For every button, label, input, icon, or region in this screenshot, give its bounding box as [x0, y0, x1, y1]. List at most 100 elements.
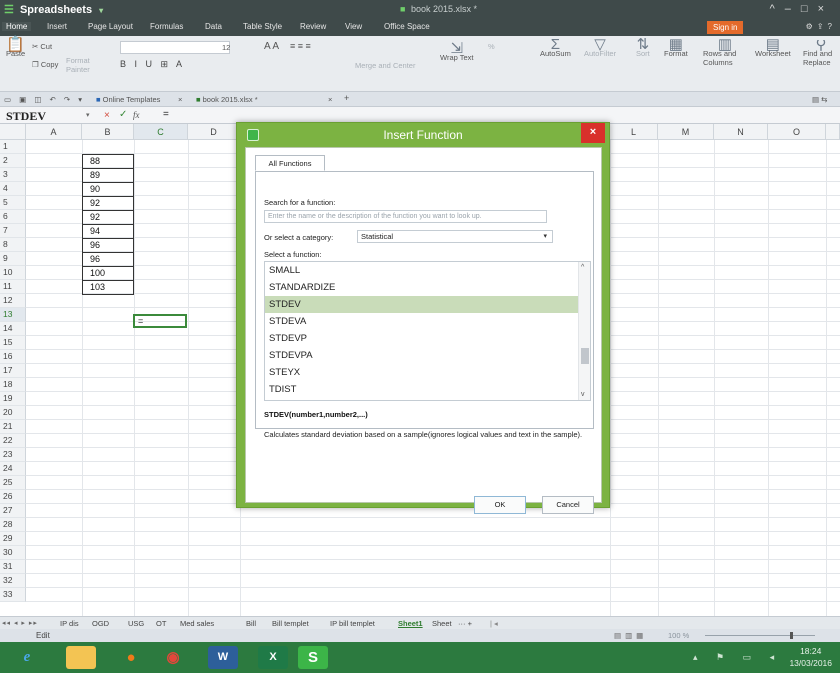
- row-header[interactable]: 17: [0, 364, 26, 378]
- function-list-item[interactable]: STDEV: [265, 296, 586, 313]
- tab-page-layout[interactable]: Page Layout: [88, 22, 133, 31]
- row-header[interactable]: 26: [0, 490, 26, 504]
- scrollbar-thumb[interactable]: [581, 348, 589, 364]
- sheet-tab-ip-bill-templet[interactable]: IP bill templet: [330, 619, 375, 628]
- row-header[interactable]: 15: [0, 336, 26, 350]
- file-explorer-icon[interactable]: [66, 646, 96, 669]
- column-header-o[interactable]: O: [768, 124, 826, 140]
- sheet-tab-med-sales[interactable]: Med sales: [180, 619, 214, 628]
- cell-b-value[interactable]: 88: [82, 154, 134, 169]
- tab-view[interactable]: View: [345, 22, 362, 31]
- tab-home[interactable]: Home: [2, 22, 32, 31]
- autosum-button[interactable]: Σ AutoSum: [540, 37, 571, 58]
- zoom-slider-handle[interactable]: [790, 632, 793, 639]
- tab-review[interactable]: Review: [300, 22, 326, 31]
- function-list-item[interactable]: STDEVP: [265, 330, 586, 347]
- merge-center-button[interactable]: Merge and Center: [355, 61, 415, 70]
- font-style-buttons[interactable]: B I U ⊞ A: [120, 60, 185, 69]
- row-header[interactable]: 32: [0, 574, 26, 588]
- function-list-scrollbar[interactable]: ^ v: [578, 262, 590, 400]
- column-header-b[interactable]: B: [82, 124, 134, 140]
- spreadsheets-taskbar-icon[interactable]: S: [298, 646, 328, 669]
- cancel-icon[interactable]: ×: [104, 110, 110, 121]
- quick-access-icons[interactable]: ▭ ▣ ◫ ↶ ↷ ▾: [4, 95, 85, 104]
- tab-all-functions[interactable]: All Functions: [255, 155, 325, 171]
- copy-button[interactable]: ❐ Copy: [32, 60, 58, 69]
- view-mode-icons[interactable]: ▤▥▦: [614, 631, 647, 640]
- tab-online-templates[interactable]: ■ Online Templates: [96, 95, 160, 104]
- category-select[interactable]: Statistical ▾: [357, 230, 553, 243]
- app-menu-button[interactable]: ☰ Spreadsheets ▾: [4, 3, 103, 16]
- row-header[interactable]: 30: [0, 546, 26, 560]
- row-header[interactable]: 28: [0, 518, 26, 532]
- horizontal-scrollbar[interactable]: | ◂: [490, 619, 498, 628]
- sheet-tab-sheet[interactable]: Sheet: [432, 619, 452, 628]
- function-list-item[interactable]: STEYX: [265, 364, 586, 381]
- chevron-down-icon[interactable]: v: [581, 391, 585, 398]
- name-box[interactable]: STDEV: [6, 109, 46, 124]
- function-list-item[interactable]: TDIST: [265, 381, 586, 398]
- sort-button[interactable]: ⇅ Sort: [636, 37, 650, 58]
- function-list-item[interactable]: STANDARDIZE: [265, 279, 586, 296]
- sheet-tab-ogd[interactable]: OGD: [92, 619, 109, 628]
- row-header[interactable]: 1: [0, 140, 26, 154]
- row-header[interactable]: 12: [0, 294, 26, 308]
- sheet-tab-sheet1[interactable]: Sheet1: [398, 619, 423, 628]
- cell-b-value[interactable]: 96: [82, 252, 134, 267]
- column-header-c[interactable]: C: [134, 124, 188, 140]
- chevron-down-icon[interactable]: ▾: [86, 111, 90, 119]
- font-grow-shrink-buttons[interactable]: A A: [264, 42, 279, 52]
- row-header[interactable]: 8: [0, 238, 26, 252]
- tab-formulas[interactable]: Formulas: [150, 22, 183, 31]
- chevron-up-icon[interactable]: ^: [581, 264, 584, 271]
- cell-b-value[interactable]: 92: [82, 196, 134, 211]
- close-tab-icon[interactable]: ×: [178, 95, 182, 104]
- row-header[interactable]: 29: [0, 532, 26, 546]
- row-header[interactable]: 13: [0, 308, 26, 322]
- sheet-tab-usg[interactable]: USG: [128, 619, 144, 628]
- tab-office-space[interactable]: Office Space: [384, 22, 430, 31]
- row-header[interactable]: 33: [0, 588, 26, 602]
- close-icon[interactable]: ×: [818, 3, 834, 15]
- select-all-corner[interactable]: [0, 124, 26, 140]
- row-header[interactable]: 14: [0, 322, 26, 336]
- font-name-select[interactable]: [120, 41, 230, 54]
- maximize-icon[interactable]: □: [801, 3, 818, 15]
- row-header[interactable]: 20: [0, 406, 26, 420]
- font-size-select[interactable]: 12: [222, 43, 230, 52]
- firefox-icon[interactable]: ●: [116, 646, 146, 669]
- tab-data[interactable]: Data: [205, 22, 222, 31]
- cell-b-value[interactable]: 90: [82, 182, 134, 197]
- cell-b-value[interactable]: 103: [82, 280, 134, 295]
- row-header[interactable]: 16: [0, 350, 26, 364]
- sheet-tab-ot[interactable]: OT: [156, 619, 166, 628]
- cancel-button[interactable]: Cancel: [542, 496, 594, 514]
- row-header[interactable]: 22: [0, 434, 26, 448]
- tab-book-2015[interactable]: ■ book 2015.xlsx *: [196, 95, 258, 104]
- row-header[interactable]: 19: [0, 392, 26, 406]
- cell-b-value[interactable]: 94: [82, 224, 134, 239]
- paste-button[interactable]: 📋 Paste: [6, 37, 25, 58]
- column-header-l[interactable]: L: [610, 124, 658, 140]
- align-buttons[interactable]: ≡ ≡ ≡: [290, 42, 311, 51]
- chevron-up-icon[interactable]: ^: [770, 3, 785, 15]
- close-icon[interactable]: ×: [581, 123, 605, 143]
- format-painter-button[interactable]: Format Painter: [66, 56, 94, 74]
- sheet-tab-bill[interactable]: Bill: [246, 619, 256, 628]
- tab-table-style[interactable]: Table Style: [243, 22, 282, 31]
- row-header[interactable]: 31: [0, 560, 26, 574]
- column-header-n[interactable]: N: [714, 124, 768, 140]
- tools-icon[interactable]: ⚙: [806, 22, 817, 31]
- word-icon[interactable]: W: [208, 646, 238, 669]
- cell-b-value[interactable]: 92: [82, 210, 134, 225]
- help-icon[interactable]: ?: [828, 22, 836, 31]
- confirm-icon[interactable]: ✓: [119, 109, 127, 120]
- find-replace-button[interactable]: ⚲ Find and Replace: [803, 40, 839, 67]
- worksheet-button[interactable]: ▤ Worksheet: [755, 37, 791, 58]
- wrap-text-button[interactable]: ⇲ Wrap Text: [440, 41, 474, 62]
- clock[interactable]: 18:24 13/03/2016: [789, 645, 832, 669]
- row-header[interactable]: 4: [0, 182, 26, 196]
- ok-button[interactable]: OK: [474, 496, 526, 514]
- active-cell-c13[interactable]: =: [133, 314, 187, 328]
- new-tab-icon[interactable]: +: [344, 93, 349, 103]
